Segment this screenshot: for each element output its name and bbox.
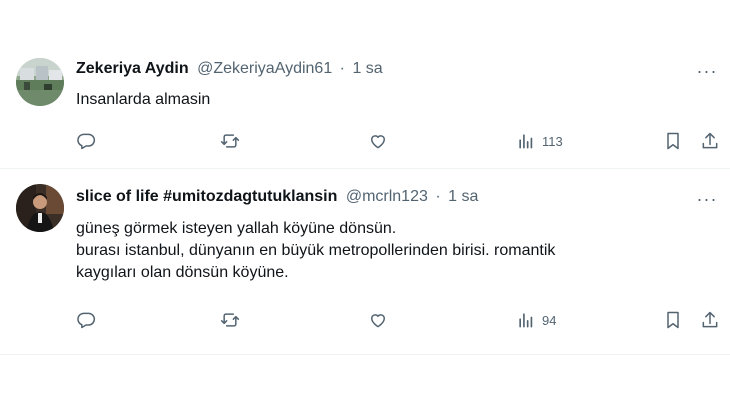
separator: · <box>435 188 441 205</box>
views-icon <box>519 313 533 328</box>
views-count: 94 <box>542 312 557 328</box>
retweet-icon <box>220 134 240 148</box>
more-icon[interactable]: ··· <box>696 62 718 80</box>
display-name[interactable]: Zekeriya Aydin <box>76 60 189 77</box>
share-icon <box>702 132 718 149</box>
like-button[interactable] <box>368 309 388 331</box>
more-icon[interactable]: ··· <box>696 190 718 208</box>
avatar[interactable] <box>16 184 64 232</box>
tweet-text-line: güneş görmek isteyen yallah köyüne dönsü… <box>76 220 397 237</box>
tweet-text-line: burası istanbul, dünyanın en büyük metro… <box>76 242 556 259</box>
reply-icon <box>77 133 96 150</box>
retweet-button[interactable] <box>220 130 240 152</box>
share-button[interactable] <box>700 309 720 331</box>
bookmark-icon <box>667 311 679 329</box>
like-icon <box>371 135 385 149</box>
views-icon <box>519 134 533 149</box>
avatar[interactable] <box>16 58 64 106</box>
like-icon <box>371 314 385 328</box>
bookmark-icon <box>667 132 679 150</box>
bookmark-button[interactable] <box>663 309 683 331</box>
tweet-text: Insanlarda almasin <box>76 91 211 108</box>
tweet[interactable]: slice of life #umitozdagtutuklansin @mcr… <box>0 168 730 338</box>
views-count: 113 <box>542 133 563 149</box>
timestamp[interactable]: 1 sa <box>448 188 478 205</box>
share-icon <box>702 311 718 328</box>
retweet-button[interactable] <box>220 309 240 331</box>
tweet-actions: 113 <box>76 130 722 152</box>
bookmark-button[interactable] <box>663 130 683 152</box>
handle[interactable]: @ZekeriyaAydin61 <box>197 60 332 77</box>
tweet-text-line: kaygıları olan dönsün köyüne. <box>76 264 289 281</box>
separator: · <box>339 60 345 77</box>
views-button[interactable]: 113 <box>516 130 563 152</box>
share-button[interactable] <box>700 130 720 152</box>
timestamp[interactable]: 1 sa <box>352 60 382 77</box>
divider <box>0 354 730 355</box>
handle[interactable]: @mcrln123 <box>346 188 428 205</box>
tweet-actions: 94 <box>76 309 722 331</box>
display-name[interactable]: slice of life #umitozdagtutuklansin <box>76 188 337 205</box>
reply-icon <box>77 312 96 329</box>
retweet-icon <box>220 313 240 327</box>
like-button[interactable] <box>368 130 388 152</box>
reply-button[interactable] <box>76 309 96 331</box>
views-button[interactable]: 94 <box>516 309 556 331</box>
reply-button[interactable] <box>76 130 96 152</box>
tweet[interactable]: Zekeriya Aydin @ZekeriyaAydin61 · 1 sa ·… <box>0 44 730 168</box>
